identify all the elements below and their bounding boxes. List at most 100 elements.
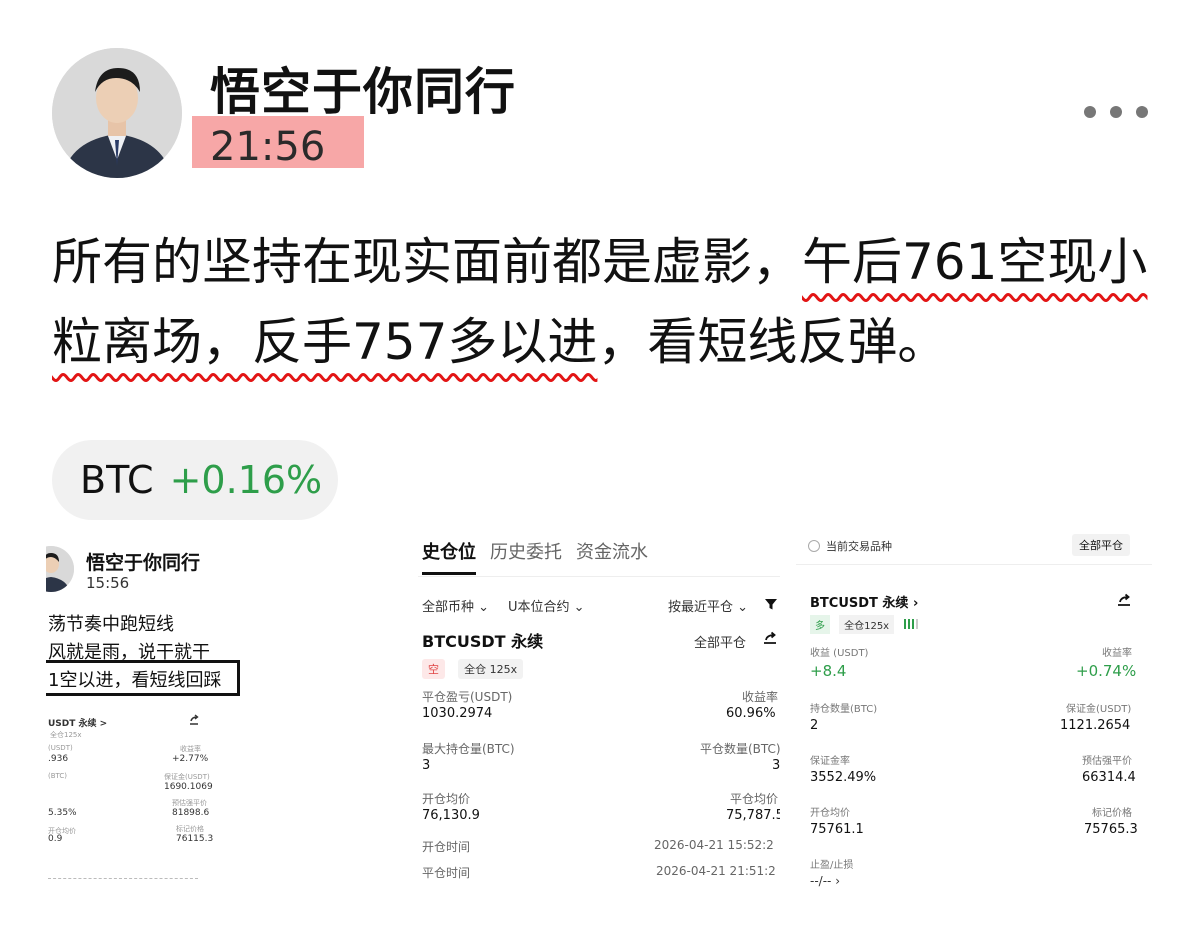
panel1-mark-label: 标记价格 — [176, 825, 204, 833]
chevron-down-icon: ⌄ — [737, 600, 749, 615]
panel2-closetime: 2026-04-21 21:51:2 — [656, 864, 776, 878]
chevron-down-icon: ⌄ — [573, 600, 585, 615]
share-icon[interactable] — [762, 630, 778, 646]
signal-bars-icon — [903, 615, 921, 634]
share-icon[interactable] — [188, 714, 200, 726]
person-avatar-icon — [46, 546, 74, 592]
author-avatar[interactable] — [52, 48, 182, 178]
panel2-pnl: 1030.2974 — [422, 706, 493, 721]
panel3-mark: 75765.3 — [1084, 822, 1138, 837]
panel1-symbol: USDT 永续 > — [48, 719, 108, 729]
panel1-rate-label: 收益率 — [180, 745, 201, 753]
screenshot-previous-post[interactable]: 悟空于你同行 15:56 荡节奏中跑短线 风就是雨，说干就干 1空以进，看短线回… — [46, 534, 268, 894]
post-time: 21:56 — [210, 124, 326, 170]
panel3-symbol-label: BTCUSDT 永续 — [810, 596, 909, 611]
panel2-open: 76,130.9 — [422, 808, 480, 823]
tab-history-orders[interactable]: 历史委托 — [490, 538, 562, 564]
panel1-divider — [48, 878, 198, 879]
panel3-pnl-label: 收益 (USDT) — [810, 648, 869, 659]
panel1-badge: 全仓125x — [50, 731, 82, 739]
panel3-rate: +0.74% — [1076, 662, 1137, 680]
filter-contract-label: U本位合约 — [508, 600, 570, 615]
panel1-qty-label: (BTC) — [48, 772, 68, 780]
panel3-rate-label: 收益率 — [1102, 648, 1132, 659]
filter-contract[interactable]: U本位合约 ⌄ — [508, 596, 585, 615]
panel2-open-label: 开仓均价 — [422, 792, 471, 806]
panel3-qty: 2 — [810, 718, 819, 733]
panel2-rate-label: 收益率 — [742, 690, 779, 704]
panel3-tpsl[interactable]: --/-- › — [810, 874, 840, 888]
panel3-side-tag: 多 — [810, 615, 830, 634]
panel2-closeqty: 3 — [772, 758, 780, 773]
filter-all-label: 全部币种 — [422, 600, 475, 615]
panel3-liq-label: 预估强平价 — [1082, 756, 1132, 767]
panel2-tags: 空 全仓 125x — [422, 658, 524, 679]
more-dots-icon[interactable] — [1084, 106, 1148, 118]
panel3-qty-label: 持仓数量(BTC) — [810, 704, 878, 715]
panel2-opentime-label: 开仓时间 — [422, 840, 471, 854]
panel3-symbol[interactable]: BTCUSDT 永续 › — [810, 592, 918, 611]
history-tabs: 史仓位 历史委托 资金流水 — [422, 538, 662, 575]
filter-all-coins[interactable]: 全部币种 ⌄ — [422, 596, 489, 615]
panel3-margin-label: 保证金(USDT) — [1066, 704, 1132, 715]
panel1-highlight-box — [46, 660, 240, 696]
chevron-right-icon: › — [912, 596, 919, 611]
share-icon[interactable] — [1116, 592, 1132, 608]
sort-latest[interactable]: 按最近平仓 ⌄ — [668, 596, 748, 615]
panel3-ratio-label: 保证金率 — [810, 756, 850, 767]
panel3-mode-tag: 全仓125x — [839, 615, 895, 634]
panel3-tpsl-value: --/-- — [810, 874, 832, 888]
post-body: 所有的坚持在现实面前都是虚影，午后761空现小粒离场，反手757多以进，看短线反… — [52, 222, 1162, 382]
panel3-tags: 多 全仓125x — [810, 614, 921, 634]
body-text-plain-2: ，看短线反弹。 — [597, 313, 948, 371]
panel2-close-all[interactable]: 全部平仓 — [694, 632, 746, 651]
panel3-margin: 1121.2654 — [1060, 718, 1131, 733]
panel2-mode-tag: 全仓 125x — [458, 659, 524, 679]
panel1-liq-label: 预估强平价 — [172, 799, 207, 807]
panel3-close-all[interactable]: 全部平仓 — [1072, 534, 1130, 556]
panel2-symbol[interactable]: BTCUSDT 永续 — [422, 628, 543, 652]
panel2-maxqty: 3 — [422, 758, 431, 773]
body-text-plain-1: 所有的坚持在现实面前都是虚影， — [52, 233, 802, 291]
panel2-opentime: 2026-04-21 15:52:2 — [654, 838, 774, 852]
filter-icon[interactable] — [764, 596, 778, 615]
ticker-symbol: BTC — [80, 458, 154, 502]
panel1-line-1: 荡节奏中跑短线 — [48, 614, 174, 635]
panel3-mark-label: 标记价格 — [1092, 808, 1132, 819]
person-avatar-icon — [52, 48, 182, 178]
panel1-pnl: .936 — [48, 754, 69, 764]
tab-history-position[interactable]: 史仓位 — [422, 538, 476, 575]
panel3-open: 75761.1 — [810, 822, 864, 837]
chevron-down-icon: ⌄ — [478, 600, 490, 615]
panel2-close: 75,787.5 — [726, 808, 780, 823]
panel2-rate: 60.96% — [726, 706, 776, 721]
author-name[interactable]: 悟空于你同行 — [210, 52, 516, 124]
radio-icon — [808, 540, 820, 552]
panel2-closetime-label: 平仓时间 — [422, 866, 471, 880]
screenshot-history-position[interactable]: 史仓位 历史委托 资金流水 全部币种 ⌄ U本位合约 ⌄ 按最近平仓 ⌄ BTCUS… — [418, 528, 780, 898]
panel1-author: 悟空于你同行 — [86, 552, 201, 574]
panel1-open: 0.9 — [48, 834, 63, 844]
panel1-margin: 1690.1069 — [164, 782, 213, 792]
panel3-ratio: 3552.49% — [810, 770, 877, 785]
panel1-margin-label: 保证金(USDT) — [164, 773, 210, 781]
panel1-time: 15:56 — [86, 574, 130, 592]
panel3-open-label: 开仓均价 — [810, 808, 850, 819]
panel1-rate: +2.77% — [172, 754, 209, 764]
sort-label: 按最近平仓 — [668, 600, 734, 615]
panel3-pnl: +8.4 — [810, 662, 847, 680]
ticker-chip[interactable]: BTC +0.16% — [52, 440, 338, 520]
panel3-tpsl-label: 止盈/止损 — [810, 860, 854, 871]
panel2-close-label: 平仓均价 — [730, 792, 779, 806]
tab-fund-flow[interactable]: 资金流水 — [576, 538, 648, 564]
panel2-maxqty-label: 最大持仓量(BTC) — [422, 742, 515, 756]
panel3-divider — [796, 564, 1152, 565]
screenshot-current-position[interactable]: 当前交易品种 全部平仓 BTCUSDT 永续 › 多 全仓125x 收益 (US… — [796, 528, 1152, 898]
panel2-closeqty-label: 平仓数量(BTC) — [700, 742, 780, 756]
chevron-right-icon: › — [835, 874, 841, 888]
current-symbol-filter[interactable]: 当前交易品种 — [808, 538, 892, 554]
panel1-liq: 81898.6 — [172, 808, 210, 818]
panel2-side-tag: 空 — [422, 659, 445, 679]
panel3-liq: 66314.4 — [1082, 770, 1136, 785]
panel1-mark: 76115.3 — [176, 834, 214, 844]
